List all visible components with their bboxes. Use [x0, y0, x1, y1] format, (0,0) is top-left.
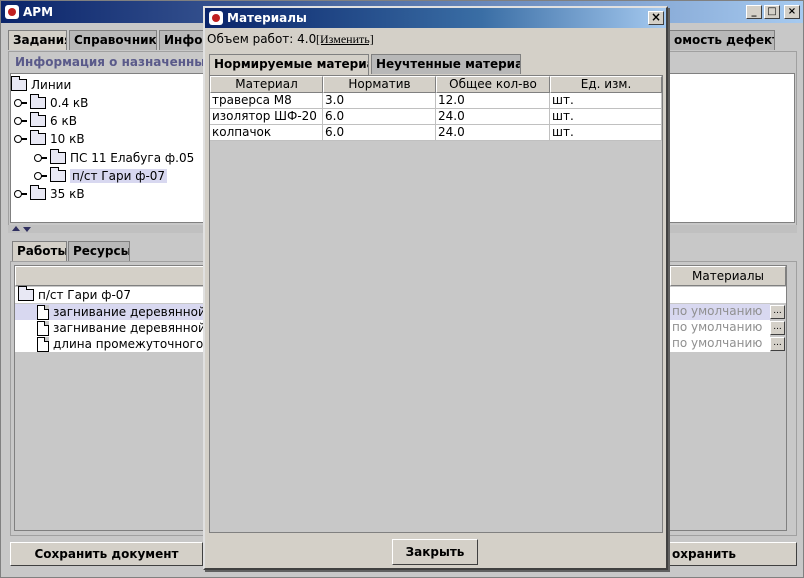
tab-zadaniya[interactable]: Задания: [8, 30, 67, 50]
materials-dialog: Материалы × Объем работ: 4.0 [Изменить] …: [203, 6, 668, 570]
table-row[interactable]: колпачок 6.0 24.0 шт.: [210, 125, 662, 141]
folder-icon: [50, 149, 66, 164]
expand-handle-icon[interactable]: [14, 189, 27, 199]
tab-informaciya[interactable]: Инфор: [159, 30, 205, 50]
col-header-unit[interactable]: Ед. изм.: [550, 76, 662, 93]
cell-unit[interactable]: шт.: [550, 93, 662, 109]
cell-norm[interactable]: 6.0: [323, 109, 436, 125]
tree-node-0-4kv[interactable]: 0.4 кВ: [14, 94, 88, 112]
expand-handle-icon[interactable]: [14, 116, 27, 126]
save-button[interactable]: охранить: [667, 542, 797, 566]
tree-node-label: 35 кВ: [50, 187, 85, 201]
table-row[interactable]: траверса М8 3.0 12.0 шт.: [210, 93, 662, 109]
change-link[interactable]: [Изменить]: [316, 32, 374, 47]
materials-table: Материал Норматив Общее кол-во Ед. изм. …: [209, 75, 663, 533]
maximize-button[interactable]: □: [764, 5, 780, 19]
materials-cell[interactable]: по умолчанию: [670, 336, 770, 352]
tree-node-label: ПС 11 Елабуга ф.05: [70, 151, 195, 165]
cell-unit[interactable]: шт.: [550, 125, 662, 141]
app-icon: [209, 11, 223, 25]
dialog-close-action-button[interactable]: Закрыть: [392, 539, 478, 565]
splitter-arrows-icon[interactable]: [10, 225, 34, 233]
tab-spravochniki[interactable]: Справочники: [69, 30, 157, 50]
tree-node-10kv[interactable]: 10 кВ: [14, 130, 85, 148]
tree-node-label: 6 кВ: [50, 114, 77, 128]
document-icon: [37, 336, 49, 352]
cell-total[interactable]: 24.0: [436, 125, 550, 141]
expand-handle-icon[interactable]: [14, 98, 27, 108]
document-icon: [37, 320, 49, 336]
grid-header-materials[interactable]: Материалы: [670, 266, 786, 286]
cell-material[interactable]: траверса М8: [210, 93, 323, 109]
expand-handle-icon[interactable]: [34, 153, 47, 163]
col-header-total[interactable]: Общее кол-во: [436, 76, 550, 93]
work-name: загнивание деревянной ст: [53, 305, 224, 319]
folder-icon: [50, 167, 66, 182]
cell-norm[interactable]: 3.0: [323, 93, 436, 109]
tab-raboty[interactable]: Работы: [12, 241, 67, 261]
folder-icon: [18, 286, 34, 301]
folder-icon: [30, 130, 46, 145]
tab-normed-materials[interactable]: Нормируемые материалы: [209, 54, 369, 75]
ellipsis-button[interactable]: ...: [770, 305, 785, 319]
main-title: АРМ: [23, 5, 54, 19]
table-row[interactable]: изолятор ШФ-20 6.0 24.0 шт.: [210, 109, 662, 125]
dialog-titlebar: Материалы: [205, 8, 666, 28]
work-name: длина промежуточного пр: [53, 337, 223, 351]
tree-node-label: п/ст Гари ф-07: [70, 169, 168, 183]
tab-resursy[interactable]: Ресурсы: [68, 241, 130, 261]
volume-label: Объем работ: 4.0: [207, 32, 317, 46]
dialog-close-button[interactable]: ×: [648, 11, 664, 25]
minimize-button[interactable]: _: [746, 5, 762, 19]
materials-cell[interactable]: по умолчанию: [670, 304, 770, 320]
work-name: загнивание деревянной ст: [53, 321, 224, 335]
grid-group-label: п/ст Гари ф-07: [38, 288, 132, 302]
tree-node-label: 10 кВ: [50, 132, 85, 146]
materials-cell[interactable]: по умолчанию: [670, 320, 770, 336]
cell-unit[interactable]: шт.: [550, 109, 662, 125]
cell-total[interactable]: 24.0: [436, 109, 550, 125]
tree-node-label: 0.4 кВ: [50, 96, 89, 110]
cell-norm[interactable]: 6.0: [323, 125, 436, 141]
folder-icon: [30, 112, 46, 127]
col-header-norm[interactable]: Норматив: [323, 76, 436, 93]
tree-node-35kv[interactable]: 35 кВ: [14, 185, 85, 203]
save-document-button[interactable]: Сохранить документ: [10, 542, 203, 566]
close-button[interactable]: ×: [784, 5, 800, 19]
tree-node-6kv[interactable]: 6 кВ: [14, 112, 77, 130]
dialog-title: Материалы: [227, 11, 307, 25]
cell-material[interactable]: колпачок: [210, 125, 323, 141]
cell-total[interactable]: 12.0: [436, 93, 550, 109]
folder-icon: [30, 94, 46, 109]
document-icon: [37, 304, 49, 320]
cell-material[interactable]: изолятор ШФ-20: [210, 109, 323, 125]
tree-node-label: Линии: [31, 78, 72, 92]
tree-node-ps11[interactable]: ПС 11 Елабуга ф.05: [34, 149, 194, 167]
ellipsis-button[interactable]: ...: [770, 321, 785, 335]
tree-node-gari[interactable]: п/ст Гари ф-07: [34, 167, 168, 185]
ellipsis-button[interactable]: ...: [770, 337, 785, 351]
tab-unaccounted-materials[interactable]: Неучтенные материалы: [371, 54, 521, 74]
col-header-material[interactable]: Материал: [210, 76, 323, 93]
app-icon: [5, 5, 19, 19]
tree-node-root[interactable]: Линии: [11, 76, 71, 94]
tab-vedomost-defektov[interactable]: омость дефектов: [669, 30, 775, 50]
expand-handle-icon[interactable]: [34, 171, 47, 181]
collapse-handle-icon[interactable]: [14, 134, 27, 144]
folder-icon: [11, 76, 27, 91]
folder-icon: [30, 185, 46, 200]
